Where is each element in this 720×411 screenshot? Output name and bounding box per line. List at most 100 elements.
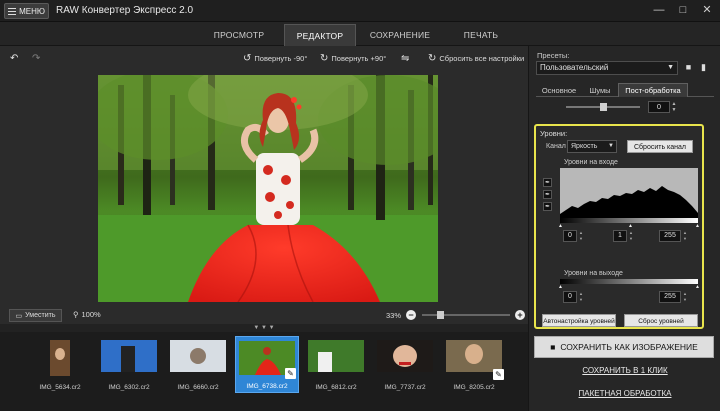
adjust-slider-handle[interactable]: [600, 103, 607, 111]
thumbnail-image: [446, 340, 502, 372]
editor-toolbar: ↶ ↷ ↺ Повернуть -90° ↻ Повернуть +90° ⇋ …: [0, 46, 528, 70]
tab-basic[interactable]: Основное: [536, 83, 582, 97]
input-gray-field[interactable]: 1: [613, 230, 627, 242]
thumbnail-image: [308, 340, 364, 372]
input-black-spinner[interactable]: ▲ ▼: [578, 230, 584, 242]
adjust-spinner[interactable]: ▲ ▼: [670, 101, 678, 113]
reset-channel-button[interactable]: Сбросить канал: [627, 140, 693, 153]
zoom-bar: ▭ Уместить ⚲ 100% 33% − +: [0, 306, 528, 324]
input-white-field[interactable]: 255: [659, 230, 681, 242]
output-black-spinner[interactable]: ▲ ▼: [578, 291, 584, 303]
input-black-marker[interactable]: ▲: [558, 223, 563, 229]
zoom-out-button[interactable]: −: [406, 310, 416, 320]
tab-noise[interactable]: Шумы: [583, 83, 617, 97]
thumbnail-label: IMG_6302.cr2: [108, 384, 150, 391]
delete-preset-button[interactable]: ▮: [698, 62, 709, 74]
chevron-down-icon: ▼: [667, 64, 674, 71]
save-as-image-label: СОХРАНИТЬ КАК ИЗОБРАЖЕНИЕ: [560, 342, 698, 352]
auto-levels-button[interactable]: Автонастройка уровней: [542, 314, 616, 327]
actual-size-label: 100%: [81, 310, 101, 319]
edited-pencil-icon: ✎: [493, 369, 504, 380]
histogram: [560, 168, 698, 218]
channel-label: Канал: [546, 143, 566, 150]
preset-dropdown[interactable]: Пользовательский ▼: [536, 61, 678, 75]
output-black-marker[interactable]: ▲: [558, 284, 563, 290]
filmstrip-toggle[interactable]: ▼ ▼ ▼: [0, 324, 528, 332]
actual-size-button[interactable]: ⚲ 100%: [73, 310, 101, 319]
flip-button[interactable]: ⇋: [401, 50, 409, 66]
menu-button-label: МЕНЮ: [19, 6, 45, 16]
reset-all-button[interactable]: ↻ Сбросить все настройки: [428, 50, 524, 66]
save-as-image-button[interactable]: ■ СОХРАНИТЬ КАК ИЗОБРАЖЕНИЕ: [534, 336, 714, 358]
reset-levels-button[interactable]: Сброс уровней: [624, 314, 698, 327]
input-black-field[interactable]: 0: [563, 230, 577, 242]
zoom-in-button[interactable]: +: [515, 310, 525, 320]
thumbnail-image: [170, 340, 226, 372]
zoom-slider-track[interactable]: [422, 314, 510, 316]
adjust-value-field[interactable]: 0: [648, 101, 670, 113]
tab-editor[interactable]: РЕДАКТОР: [284, 24, 356, 46]
fit-button[interactable]: ▭ Уместить: [9, 309, 62, 322]
settings-panel: Пресеты: Пользовательский ▼ ■ ▮ Основное…: [528, 46, 720, 411]
channel-value: Яркость: [571, 143, 598, 150]
output-levels-gradient[interactable]: [560, 279, 698, 284]
rotate-right-button[interactable]: ↻ Повернуть +90°: [320, 50, 386, 66]
output-levels-label: Уровни на выходе: [564, 270, 623, 277]
thumbnail[interactable]: IMG_5634.cr2: [28, 336, 92, 393]
thumbnail[interactable]: ✎ IMG_8205.cr2: [442, 336, 506, 393]
adjust-slider-row: 0 ▲ ▼: [536, 100, 714, 114]
thumbnail-image: [377, 340, 433, 372]
thumbnail[interactable]: IMG_6660.cr2: [166, 336, 230, 393]
tab-print[interactable]: ПЕЧАТЬ: [445, 24, 517, 46]
batch-processing-link[interactable]: ПАКЕТНАЯ ОБРАБОТКА: [529, 389, 720, 398]
output-white-field[interactable]: 255: [659, 291, 681, 303]
maximize-button[interactable]: □: [676, 3, 690, 17]
gray-eyedropper-icon[interactable]: ✒: [543, 190, 552, 199]
close-button[interactable]: ✕: [700, 3, 714, 17]
rotate-left-button[interactable]: ↺ Повернуть -90°: [243, 50, 307, 66]
undo-button[interactable]: ↶: [10, 50, 18, 66]
photo-preview[interactable]: [98, 75, 438, 302]
redo-icon: ↷: [32, 52, 41, 64]
minimize-button[interactable]: —: [652, 3, 666, 17]
thumbnail[interactable]: IMG_6812.cr2: [304, 336, 368, 393]
output-white-marker[interactable]: ▲: [695, 284, 700, 290]
output-black-field[interactable]: 0: [563, 291, 577, 303]
chevron-down-icon: ▼: [608, 143, 614, 149]
tab-post-processing[interactable]: Пост-обработка: [618, 83, 688, 97]
levels-title: Уровни:: [540, 129, 568, 138]
save-preset-button[interactable]: ■: [683, 62, 694, 74]
white-eyedropper-icon[interactable]: ✒: [543, 202, 552, 211]
tab-view[interactable]: ПРОСМОТР: [203, 24, 275, 46]
settings-tabs: Основное Шумы Пост-обработка: [536, 83, 714, 97]
window-controls: — □ ✕: [652, 3, 714, 17]
thumbnail-label: IMG_6738.cr2: [246, 383, 288, 390]
thumbnail[interactable]: IMG_7737.cr2: [373, 336, 437, 393]
menu-button[interactable]: МЕНЮ: [4, 3, 49, 19]
output-white-spinner[interactable]: ▲ ▼: [682, 291, 688, 303]
input-gray-spinner[interactable]: ▲ ▼: [628, 230, 634, 242]
input-levels-label: Уровни на входе: [564, 159, 618, 166]
black-eyedropper-icon[interactable]: ✒: [543, 178, 552, 187]
rotate-right-icon: ↻: [320, 52, 329, 64]
redo-button[interactable]: ↷: [32, 50, 40, 66]
save-one-click-link[interactable]: СОХРАНИТЬ В 1 КЛИК: [529, 366, 720, 375]
thumbnail-image: [101, 340, 157, 372]
input-gray-marker[interactable]: ▲: [628, 223, 633, 229]
thumbnail[interactable]: IMG_6302.cr2: [97, 336, 161, 393]
levels-panel: Уровни: Канал Яркость ▼ Сбросить канал У…: [534, 124, 704, 329]
filmstrip: IMG_5634.cr2 IMG_6302.cr2 IMG_6660.cr2 ✎…: [0, 332, 528, 411]
thumbnail-selected[interactable]: ✎ IMG_6738.cr2: [235, 336, 299, 393]
rotate-left-icon: ↺: [243, 52, 252, 64]
reset-all-label: Сбросить все настройки: [439, 53, 525, 63]
title-bar: МЕНЮ RAW Конвертер Экспресс 2.0 — □ ✕: [0, 0, 720, 22]
zoom-slider-handle[interactable]: [437, 311, 444, 319]
tab-save[interactable]: СОХРАНЕНИЕ: [364, 24, 436, 46]
photo-image: [98, 75, 438, 302]
channel-dropdown[interactable]: Яркость ▼: [567, 140, 617, 153]
input-white-marker[interactable]: ▲: [695, 223, 700, 229]
image-canvas[interactable]: [0, 70, 528, 306]
input-white-spinner[interactable]: ▲ ▼: [682, 230, 688, 242]
thumbnail-label: IMG_8205.cr2: [453, 384, 495, 391]
magnifier-icon: ⚲: [73, 310, 79, 319]
